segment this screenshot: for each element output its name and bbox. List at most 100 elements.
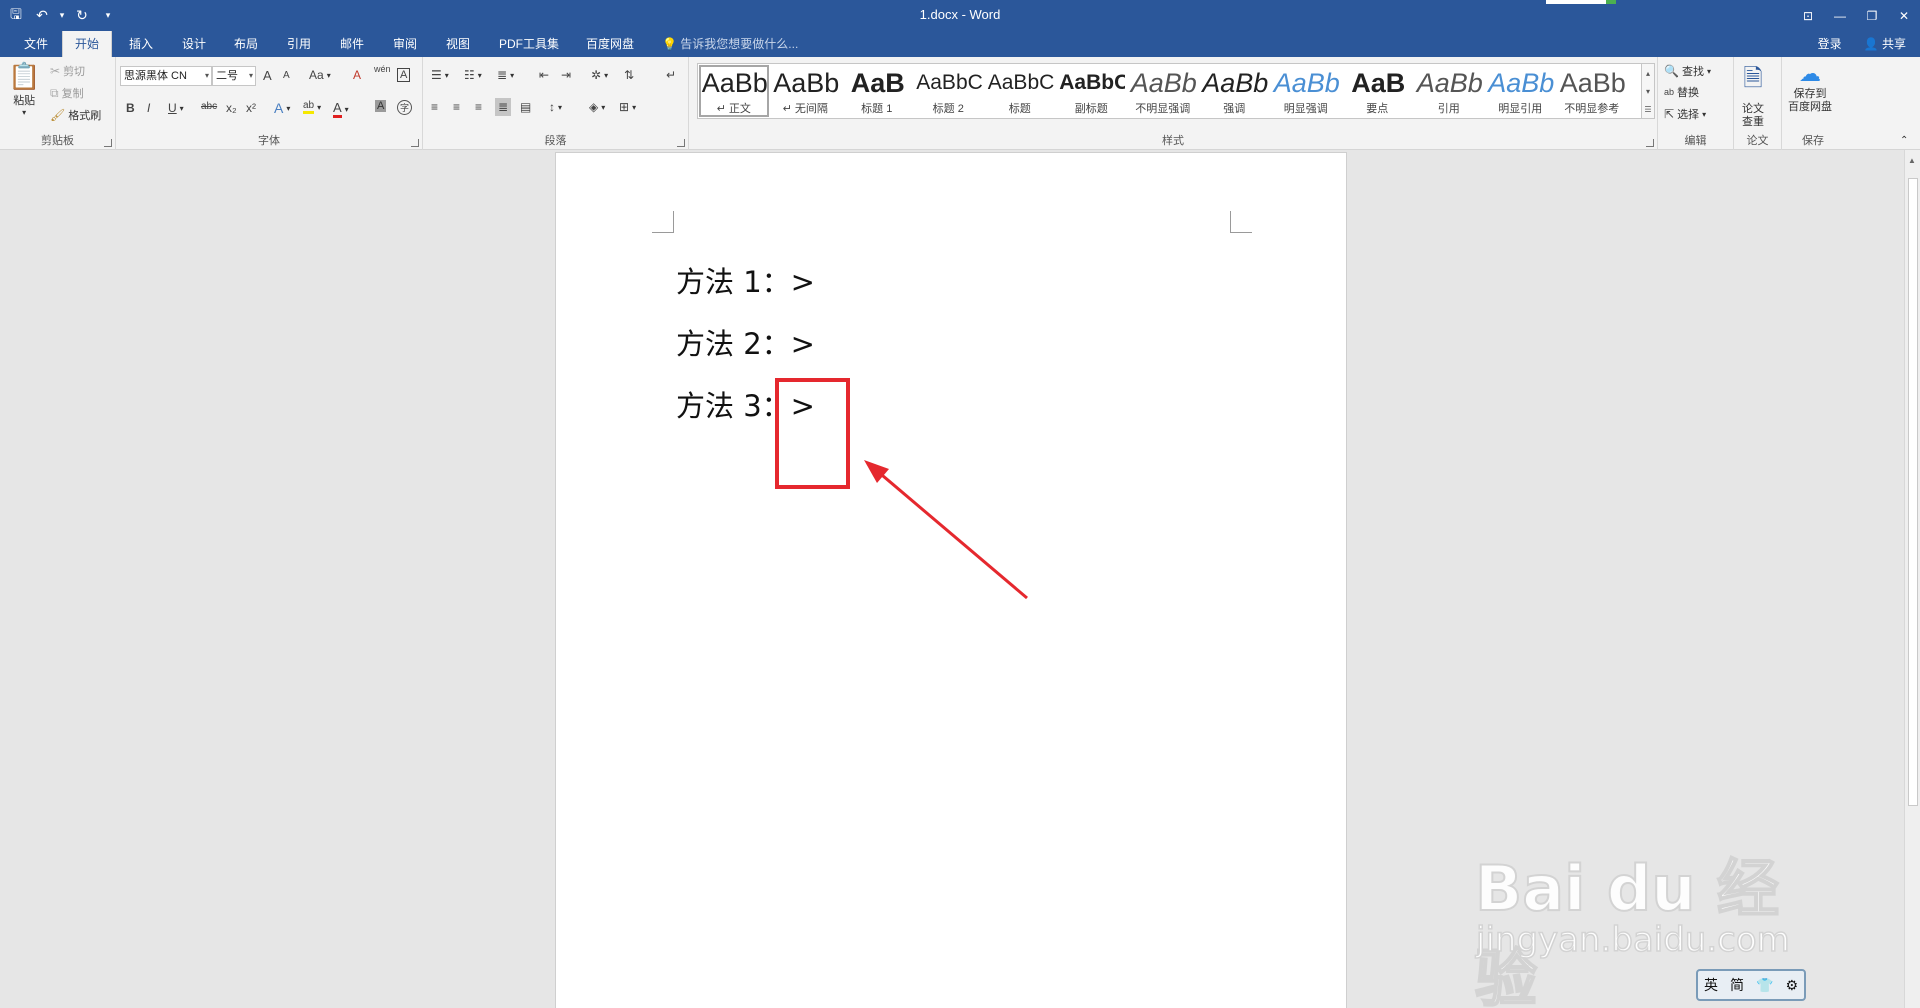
style-heading-1[interactable]: AaB 标题 1 — [841, 64, 913, 118]
scroll-thumb[interactable] — [1908, 178, 1918, 806]
restore-icon[interactable]: ❐ — [1856, 0, 1888, 31]
style-subtle-reference[interactable]: AaBbCcDd不明显参考 — [1556, 64, 1628, 118]
superscript-button[interactable]: x² — [246, 101, 256, 115]
tab-baidu-netdisk[interactable]: 百度网盘 — [574, 31, 646, 57]
login-link[interactable]: 登录 — [1818, 31, 1842, 57]
sort-button[interactable]: ⇅ — [624, 68, 634, 82]
close-icon[interactable]: ✕ — [1888, 0, 1920, 31]
highlight-button[interactable]: ab ▾ — [303, 100, 321, 114]
style-heading-2[interactable]: AaBbC 标题 2 — [913, 64, 985, 118]
underline-button[interactable]: U ▾ — [168, 101, 184, 115]
bullets-button[interactable]: ☰ ▾ — [431, 68, 449, 82]
vertical-scrollbar[interactable]: ▲ — [1904, 150, 1920, 1008]
change-case-button[interactable]: Aa ▾ — [309, 68, 331, 82]
numbering-button[interactable]: ☷ ▾ — [464, 68, 482, 82]
italic-button[interactable]: I — [147, 101, 150, 115]
enclose-char-button[interactable]: 字 — [397, 100, 412, 115]
style-normal[interactable]: AaBbCcDd↵ 正文 — [698, 64, 770, 118]
font-color-button[interactable]: A ▾ — [333, 100, 349, 118]
scroll-up-icon[interactable]: ▲ — [1908, 156, 1916, 165]
grow-font-button[interactable]: A — [263, 68, 272, 83]
gallery-down-icon[interactable]: ▾ — [1646, 87, 1650, 96]
clear-formatting-button[interactable]: A — [353, 68, 361, 82]
find-button[interactable]: 🔍 查找 ▾ — [1664, 63, 1711, 79]
document-page[interactable]: 方法 1：> 方法 2：> 方法 3：> — [555, 152, 1347, 1008]
tab-home[interactable]: 开始 — [62, 31, 113, 57]
save-to-netdisk-label: 保存到 百度网盘 — [1788, 88, 1832, 113]
tab-view[interactable]: 视图 — [434, 31, 482, 57]
subscript-button[interactable]: x₂ — [226, 101, 237, 115]
style-intense-quote[interactable]: AaBbCcDd明显引用 — [1485, 64, 1557, 118]
cloud-icon: ☁ — [1799, 61, 1821, 86]
text-effects-button[interactable]: A ▾ — [274, 100, 290, 116]
font-group: 思源黑体 CN ▾ 二号 ▾ A A Aa ▾ A wén A B I U ▾ abc … — [116, 57, 423, 150]
style-title[interactable]: AaBbC 标题 — [984, 64, 1056, 118]
doc-line-method-1[interactable]: 方法 1：> — [676, 259, 815, 301]
replace-button[interactable]: ab 替换 — [1664, 84, 1699, 100]
tab-file[interactable]: 文件 — [12, 31, 60, 57]
distributed-button[interactable]: ▤ — [520, 100, 531, 114]
styles-launcher-icon[interactable] — [1646, 139, 1654, 147]
share-button[interactable]: 👤 共享 — [1864, 31, 1906, 57]
multilevel-list-button[interactable]: ≣ ▾ — [497, 68, 514, 82]
font-name-combo[interactable]: 思源黑体 CN ▾ — [120, 66, 212, 86]
style-subtle-emphasis[interactable]: AaBbCcDd不明显强调 — [1127, 64, 1199, 118]
shading-button[interactable]: ◈ ▾ — [589, 100, 605, 114]
align-left-button[interactable]: ≡ — [431, 100, 438, 114]
decrease-indent-button[interactable]: ⇤ — [539, 68, 549, 82]
clipboard-launcher-icon[interactable] — [104, 139, 112, 147]
character-border-button[interactable]: A — [397, 68, 411, 82]
paste-button[interactable]: 📋 粘贴 ▾ — [8, 61, 40, 117]
tab-mailings[interactable]: 邮件 — [328, 31, 376, 57]
tell-me-search[interactable]: 💡 告诉我您想要做什么... — [662, 31, 798, 57]
align-center-button[interactable]: ≡ — [453, 100, 460, 114]
char-shading-button[interactable]: A — [375, 100, 387, 112]
tab-references[interactable]: 引用 — [275, 31, 323, 57]
phonetic-guide-button[interactable]: wén — [374, 64, 391, 74]
ribbon-options-icon[interactable]: ⊡ — [1792, 0, 1824, 31]
cut-button[interactable]: ✂ 剪切 — [50, 63, 85, 79]
ime-lang[interactable]: 英 — [1704, 975, 1718, 995]
select-button[interactable]: ⇱ 选择 ▾ — [1664, 106, 1706, 122]
style-strong[interactable]: AaB 要点 — [1342, 64, 1414, 118]
ime-mode[interactable]: 简 — [1730, 975, 1744, 995]
style-quote[interactable]: AaBbCcDd引用 — [1413, 64, 1485, 118]
save-to-netdisk-button[interactable]: ☁ 保存到 百度网盘 — [1788, 61, 1832, 114]
justify-button[interactable]: ≣ — [495, 98, 512, 116]
format-painter-button[interactable]: 🖌 格式刷 — [50, 107, 101, 123]
copy-button[interactable]: ⧉ 复制 — [50, 85, 84, 101]
borders-button[interactable]: ⊞ ▾ — [619, 100, 636, 114]
show-marks-button[interactable]: ↵ — [666, 68, 676, 82]
gallery-up-icon[interactable]: ▴ — [1646, 69, 1650, 78]
style-intense-emphasis[interactable]: AaBbCcDd明显强调 — [1270, 64, 1342, 118]
gallery-scroll[interactable]: ▴ ▾ ☰ — [1641, 63, 1655, 119]
ime-toolbar[interactable]: 英 简 👕 ⚙ — [1696, 969, 1806, 1001]
gallery-more-icon[interactable]: ☰ — [1644, 105, 1651, 114]
shrink-font-button[interactable]: A — [283, 70, 290, 81]
style-no-spacing[interactable]: AaBbCcDd↵ 无间隔 — [770, 64, 842, 118]
doc-line-method-2[interactable]: 方法 2：> — [676, 321, 815, 363]
bold-button[interactable]: B — [126, 101, 135, 115]
strikethrough-button[interactable]: abc — [201, 101, 217, 112]
chinese-layout-button[interactable]: ✲ ▾ — [591, 68, 608, 82]
highlight-box — [775, 378, 850, 489]
align-right-button[interactable]: ≡ — [475, 100, 482, 114]
minimize-icon[interactable]: — — [1824, 0, 1856, 31]
style-subtitle[interactable]: AaBbC 副标题 — [1056, 64, 1128, 118]
ime-settings-icon[interactable]: ⚙ — [1785, 977, 1798, 994]
multilevel-list-icon: ≣ — [497, 68, 508, 82]
tab-layout[interactable]: 布局 — [222, 31, 270, 57]
font-size-combo[interactable]: 二号 ▾ — [212, 66, 256, 86]
style-emphasis[interactable]: AaBbCcDd强调 — [1199, 64, 1271, 118]
increase-indent-button[interactable]: ⇥ — [561, 68, 571, 82]
line-spacing-button[interactable]: ↕ ▾ — [549, 100, 562, 114]
paragraph-launcher-icon[interactable] — [677, 139, 685, 147]
tab-pdf-tools[interactable]: PDF工具集 — [487, 31, 571, 57]
tab-insert[interactable]: 插入 — [117, 31, 165, 57]
tab-design[interactable]: 设计 — [170, 31, 218, 57]
paper-check-button[interactable]: 🗎 论文 查重 — [1742, 61, 1764, 129]
ime-skin-icon[interactable]: 👕 — [1756, 977, 1773, 994]
collapse-ribbon-icon[interactable]: ⌃ — [1900, 135, 1908, 146]
tab-review[interactable]: 审阅 — [381, 31, 429, 57]
font-launcher-icon[interactable] — [411, 139, 419, 147]
